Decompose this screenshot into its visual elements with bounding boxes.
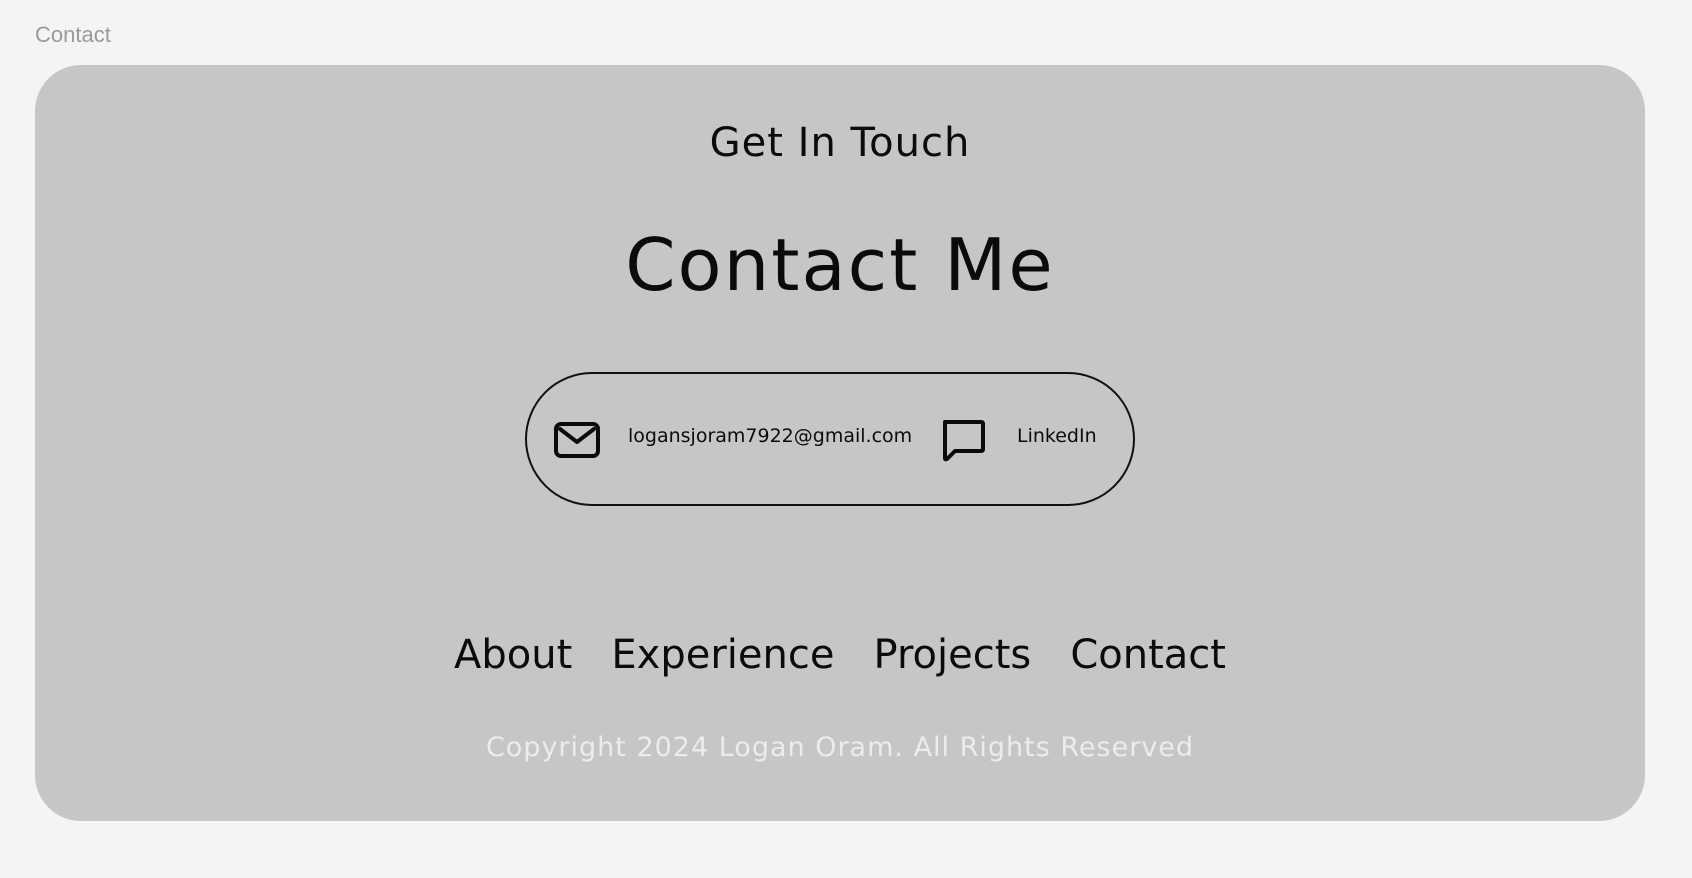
- footer-nav-contact[interactable]: Contact: [1070, 632, 1226, 678]
- contact-section: Get In Touch Contact Me logansjoram7922@…: [35, 65, 1645, 821]
- footer-nav-projects[interactable]: Projects: [874, 632, 1032, 678]
- chat-bubble-icon[interactable]: [940, 418, 986, 462]
- copyright-text: Copyright 2024 Logan Oram. All Rights Re…: [485, 732, 1195, 763]
- contact-info-container: logansjoram7922@gmail.com LinkedIn: [525, 372, 1135, 506]
- contact-subtitle: Get In Touch: [709, 120, 971, 166]
- frame-label: Contact: [35, 22, 111, 47]
- footer-nav-about[interactable]: About: [454, 632, 572, 678]
- mail-icon[interactable]: [554, 421, 600, 459]
- linkedin-link[interactable]: LinkedIn: [1017, 425, 1097, 447]
- footer-nav-experience[interactable]: Experience: [611, 632, 834, 678]
- email-link[interactable]: logansjoram7922@gmail.com: [628, 425, 912, 447]
- contact-title: Contact Me: [625, 223, 1055, 307]
- footer-nav: About Experience Projects Contact: [35, 632, 1645, 678]
